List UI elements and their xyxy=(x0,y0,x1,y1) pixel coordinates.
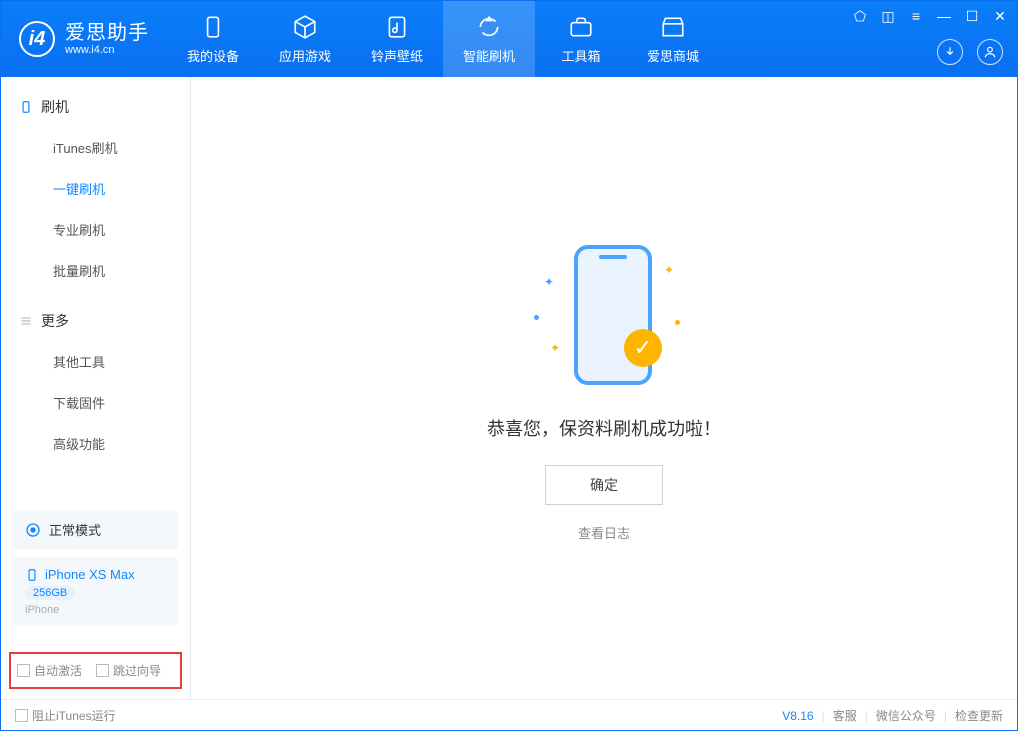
footer-link-update[interactable]: 检查更新 xyxy=(955,707,1003,724)
tab-label: 智能刷机 xyxy=(463,46,515,65)
checkbox-label: 阻止iTunes运行 xyxy=(32,709,116,723)
sidebar-item-download-firmware[interactable]: 下载固件 xyxy=(1,382,190,423)
window-controls: ⬠ ◫ ≡ — ☐ ✕ xyxy=(851,7,1009,25)
sidebar-section-title: 刷机 xyxy=(41,97,69,117)
minimize-icon[interactable]: — xyxy=(935,7,953,25)
tab-toolbox[interactable]: 工具箱 xyxy=(535,1,627,77)
main-content: ✦ ✦ ✦ ✓ 恭喜您，保资料刷机成功啦！ 确定 查看日志 xyxy=(191,77,1017,699)
tab-label: 应用游戏 xyxy=(279,46,331,65)
download-icon xyxy=(943,45,957,59)
menu-icon[interactable]: ≡ xyxy=(907,7,925,25)
footer-link-support[interactable]: 客服 xyxy=(833,707,857,724)
check-badge-icon: ✓ xyxy=(624,329,662,367)
tab-label: 工具箱 xyxy=(561,46,600,65)
skip-guide-checkbox[interactable]: 跳过向导 xyxy=(96,662,161,679)
device-type: iPhone xyxy=(25,604,59,616)
sidebar: 刷机 iTunes刷机 一键刷机 专业刷机 批量刷机 更多 其他工具 下载固件 … xyxy=(1,77,191,699)
checkbox-label: 跳过向导 xyxy=(113,664,161,678)
sparkle-icon: ✦ xyxy=(550,341,560,355)
sparkle-icon: ✦ xyxy=(544,275,554,289)
refresh-icon xyxy=(476,14,502,40)
auto-activate-checkbox[interactable]: 自动激活 xyxy=(17,662,82,679)
ok-button[interactable]: 确定 xyxy=(545,465,663,505)
tab-apps-games[interactable]: 应用游戏 xyxy=(259,1,351,77)
shirt-icon[interactable]: ⬠ xyxy=(851,7,869,25)
phone-icon xyxy=(19,100,33,114)
sidebar-item-pro-flash[interactable]: 专业刷机 xyxy=(1,209,190,250)
success-illustration: ✦ ✦ ✦ ✓ xyxy=(504,235,704,395)
tab-label: 我的设备 xyxy=(187,46,239,65)
block-itunes-checkbox[interactable]: 阻止iTunes运行 xyxy=(15,707,116,724)
header-right xyxy=(937,39,1003,65)
mode-card[interactable]: 正常模式 xyxy=(13,510,178,549)
device-capacity: 256GB xyxy=(25,586,75,600)
mode-label: 正常模式 xyxy=(49,520,101,539)
device-name-label: iPhone XS Max xyxy=(45,567,135,582)
tab-store[interactable]: 爱思商城 xyxy=(627,1,719,77)
shop-icon xyxy=(660,14,686,40)
tab-ringtone-wallpaper[interactable]: 铃声壁纸 xyxy=(351,1,443,77)
app-logo: i4 爱思助手 www.i4.cn xyxy=(1,21,167,57)
sidebar-item-other-tools[interactable]: 其他工具 xyxy=(1,341,190,382)
dot-icon xyxy=(534,315,539,320)
user-button[interactable] xyxy=(977,39,1003,65)
dot-icon xyxy=(675,320,680,325)
user-icon xyxy=(983,45,997,59)
toolbox-icon xyxy=(568,14,594,40)
logo-icon: i4 xyxy=(19,21,55,57)
checkbox-label: 自动激活 xyxy=(34,664,82,678)
app-url: www.i4.cn xyxy=(65,44,149,56)
download-button[interactable] xyxy=(937,39,963,65)
maximize-icon[interactable]: ☐ xyxy=(963,7,981,25)
footer-link-wechat[interactable]: 微信公众号 xyxy=(876,707,936,724)
success-message: 恭喜您，保资料刷机成功啦！ xyxy=(487,415,721,441)
tab-label: 铃声壁纸 xyxy=(371,46,423,65)
close-icon[interactable]: ✕ xyxy=(991,7,1009,25)
sidebar-item-advanced[interactable]: 高级功能 xyxy=(1,423,190,464)
sparkle-icon: ✦ xyxy=(664,263,674,277)
list-icon xyxy=(19,314,33,328)
pin-icon[interactable]: ◫ xyxy=(879,7,897,25)
cube-icon xyxy=(292,14,318,40)
sidebar-item-onekey-flash[interactable]: 一键刷机 xyxy=(1,168,190,209)
nav-tabs: 我的设备 应用游戏 铃声壁纸 智能刷机 工具箱 爱思商城 xyxy=(167,1,719,77)
flash-options-highlight: 自动激活 跳过向导 xyxy=(9,652,182,689)
tab-my-device[interactable]: 我的设备 xyxy=(167,1,259,77)
view-log-link[interactable]: 查看日志 xyxy=(578,523,630,542)
device-icon xyxy=(200,14,226,40)
device-card[interactable]: iPhone XS Max 256GB iPhone xyxy=(13,557,178,626)
tab-smart-flash[interactable]: 智能刷机 xyxy=(443,1,535,77)
app-name: 爱思助手 xyxy=(65,22,149,44)
sidebar-header-flash: 刷机 xyxy=(1,87,190,127)
sidebar-item-batch-flash[interactable]: 批量刷机 xyxy=(1,250,190,291)
statusbar: 阻止iTunes运行 V8.16 | 客服 | 微信公众号 | 检查更新 xyxy=(1,699,1017,731)
phone-icon xyxy=(25,568,39,582)
sidebar-item-itunes-flash[interactable]: iTunes刷机 xyxy=(1,127,190,168)
sidebar-section-title: 更多 xyxy=(41,311,69,331)
version-label: V8.16 xyxy=(782,709,813,723)
tab-label: 爱思商城 xyxy=(647,46,699,65)
mode-icon xyxy=(25,522,41,538)
music-icon xyxy=(384,14,410,40)
titlebar: i4 爱思助手 www.i4.cn 我的设备 应用游戏 铃声壁纸 智能刷机 工具… xyxy=(1,1,1017,77)
sidebar-header-more: 更多 xyxy=(1,301,190,341)
